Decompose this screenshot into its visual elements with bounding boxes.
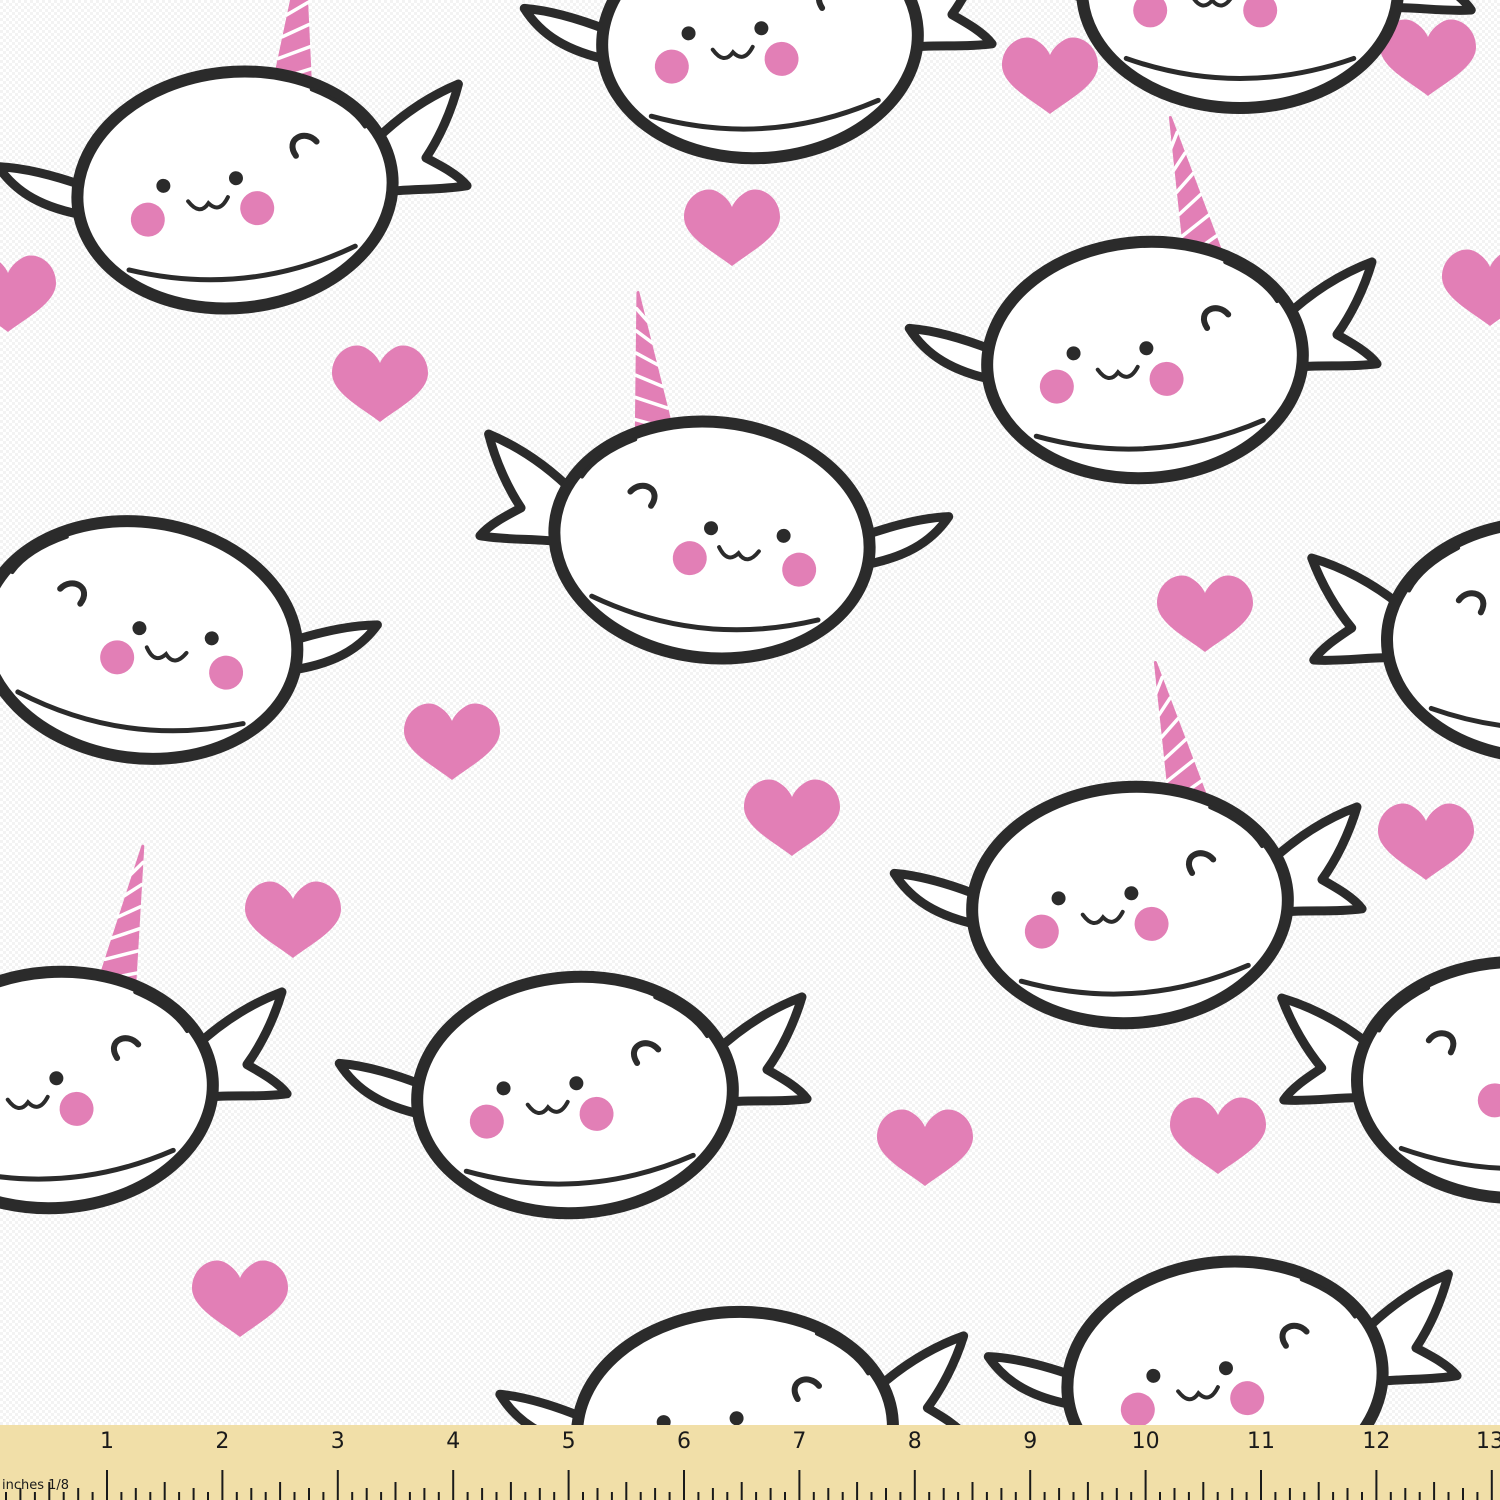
fabric-swatch: 1 2 3 4 5 6 7 8 9 10 11 12 13 inches 1/8	[0, 0, 1500, 1500]
measuring-ruler: 1 2 3 4 5 6 7 8 9 10 11 12 13 inches 1/8	[0, 1425, 1500, 1500]
ruler-number: 9	[1023, 1429, 1038, 1454]
ruler-number: 7	[792, 1429, 807, 1454]
ruler-number: 11	[1247, 1429, 1275, 1454]
ruler-number: 4	[446, 1429, 461, 1454]
ruler-number: 10	[1131, 1429, 1160, 1454]
ruler-number: 5	[561, 1429, 576, 1454]
ruler-unit-label: inches 1/8	[2, 1478, 70, 1493]
ruler-number: 1	[100, 1429, 114, 1454]
ruler-number: 13	[1476, 1429, 1500, 1454]
fabric-pattern	[0, 0, 1500, 1500]
ruler-number: 3	[330, 1429, 345, 1454]
ruler-number: 8	[907, 1429, 922, 1454]
ruler-number: 6	[677, 1429, 691, 1454]
ruler-number: 2	[215, 1429, 230, 1454]
ruler-number: 12	[1362, 1429, 1391, 1454]
